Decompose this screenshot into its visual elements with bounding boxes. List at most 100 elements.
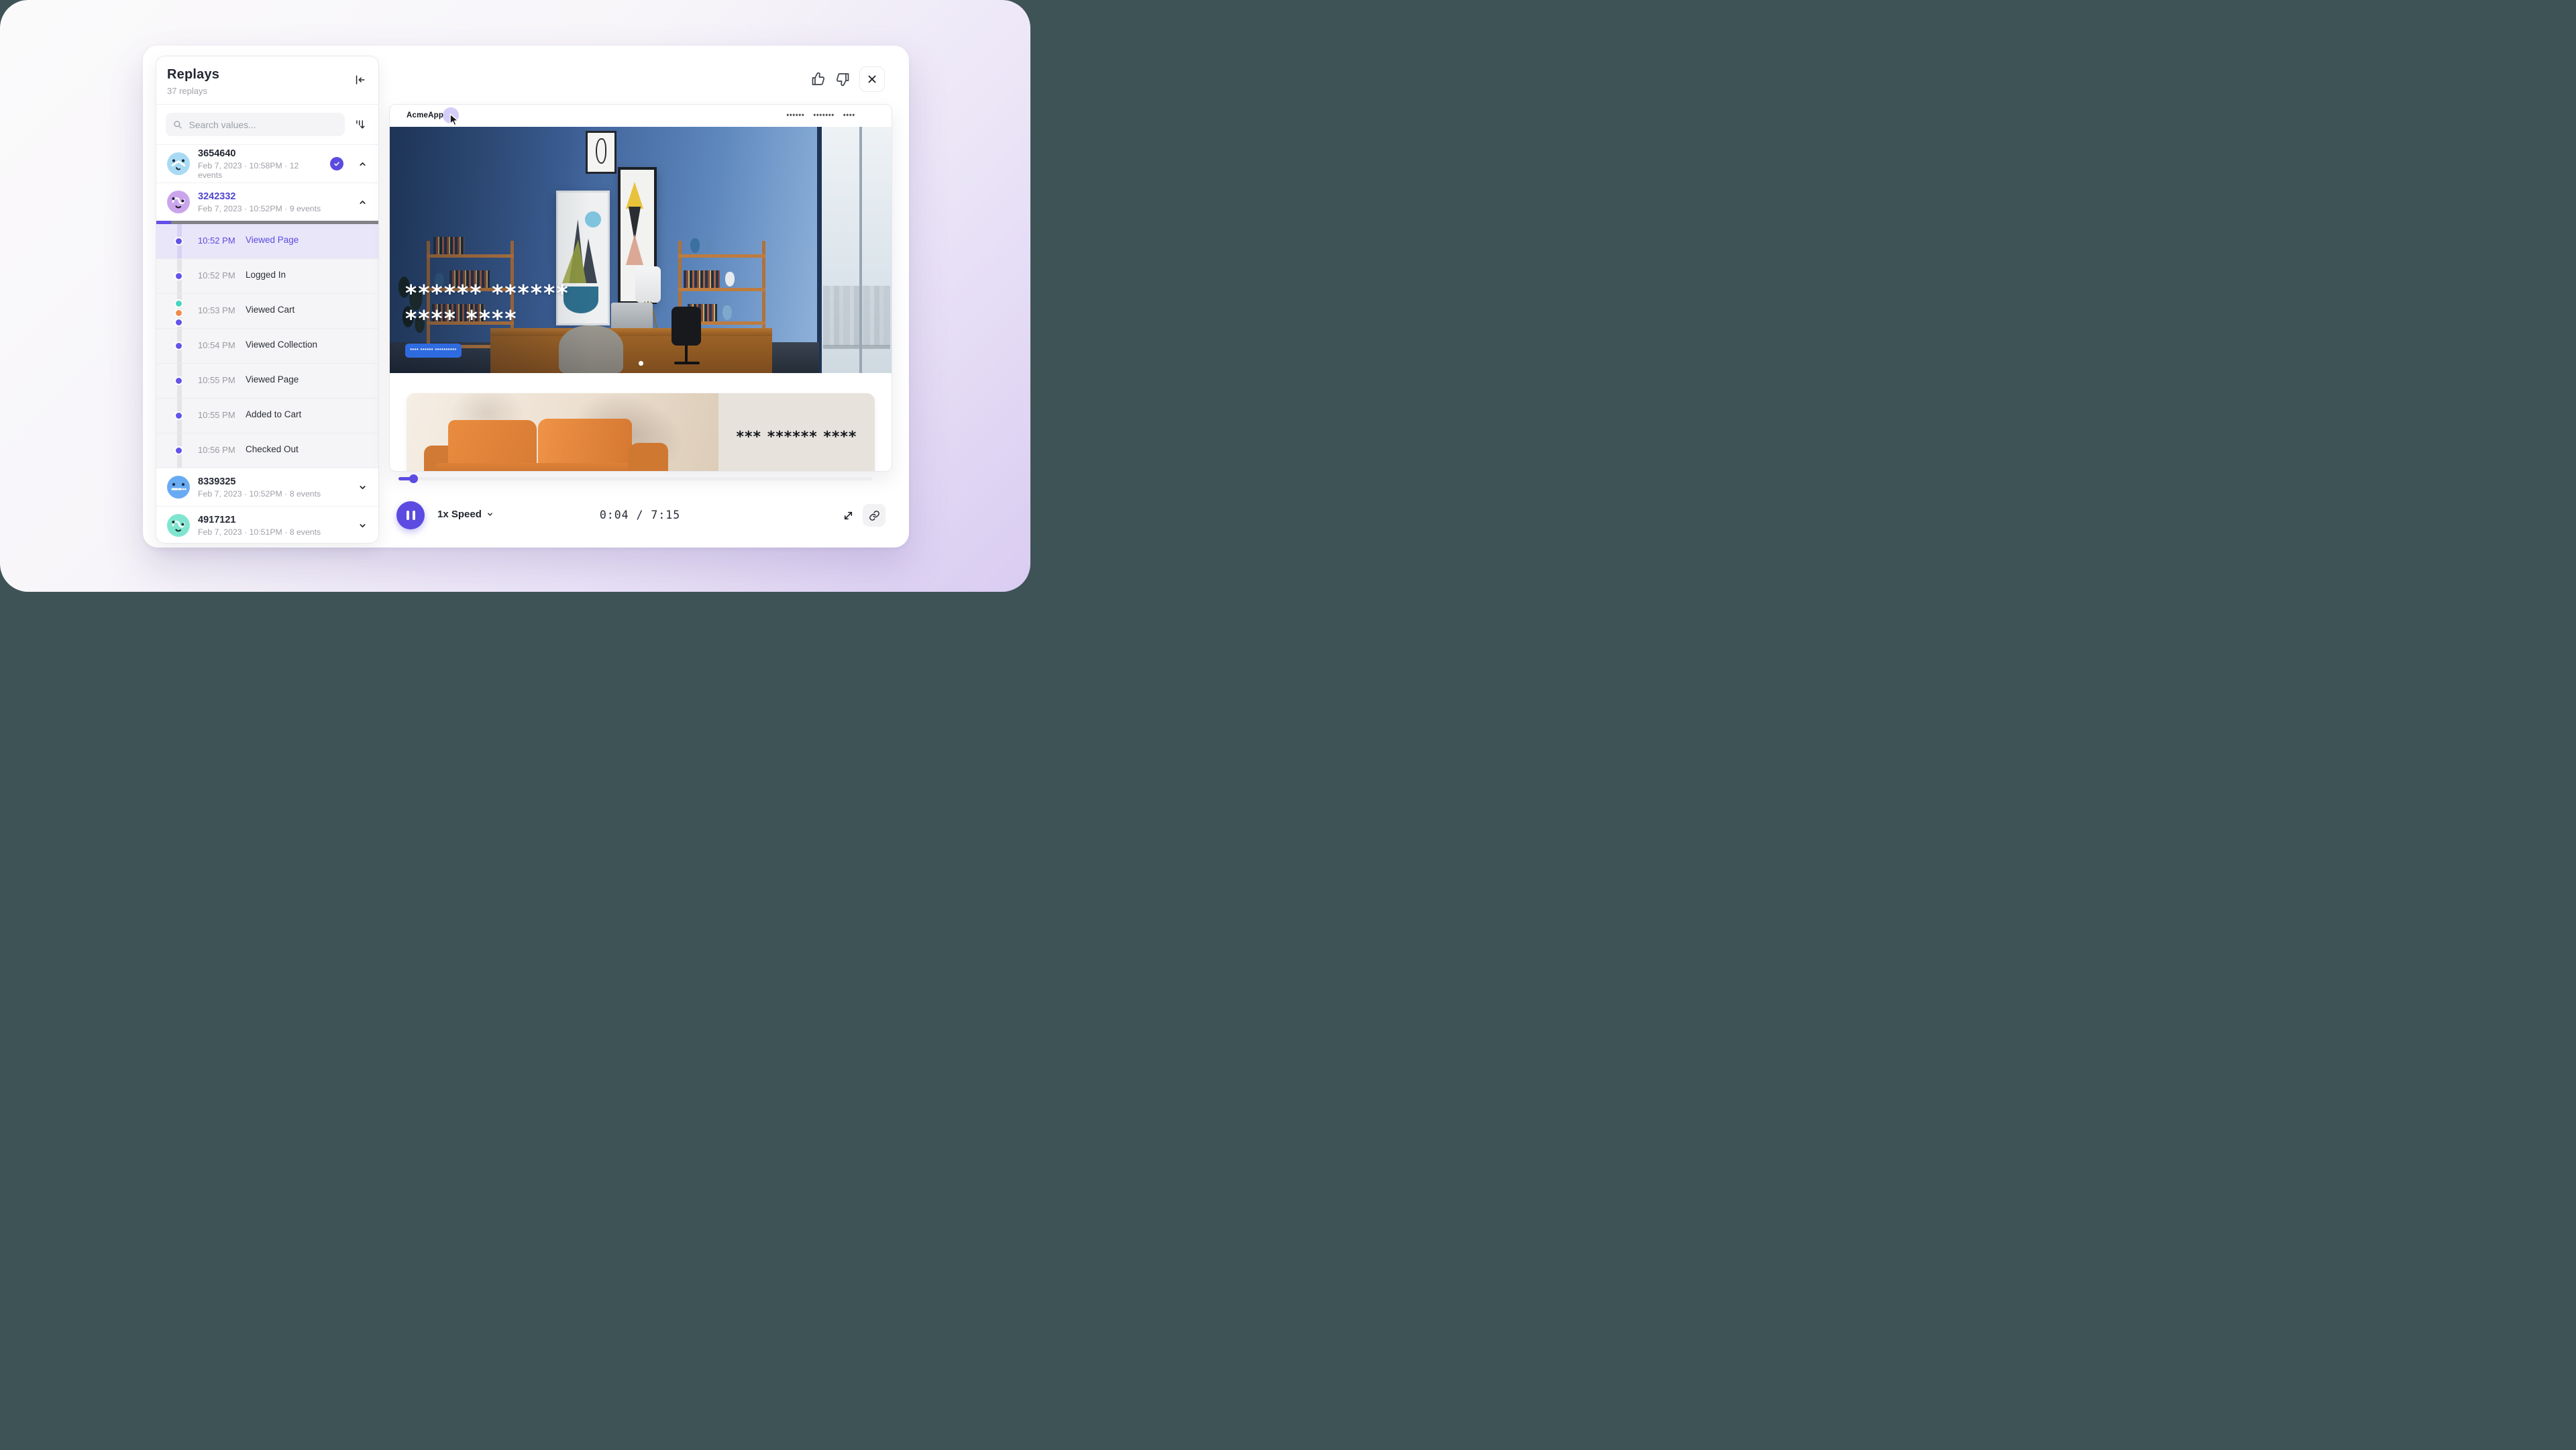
session-info: 8339325 Feb 7, 2023 · 10:52PM · 8 events — [198, 476, 349, 499]
session-row-4917121[interactable]: 4917121 Feb 7, 2023 · 10:51PM · 8 events — [156, 506, 378, 543]
sort-icon — [354, 118, 367, 131]
collapse-session-button[interactable] — [357, 158, 368, 169]
event-name: Viewed Collection — [246, 340, 317, 350]
hero-city-skyline — [823, 286, 890, 346]
shelf-board — [678, 254, 765, 258]
playback-progress-thumb[interactable] — [409, 474, 418, 483]
link-icon — [869, 510, 880, 521]
event-row[interactable]: 10:56 PM Checked Out — [156, 433, 378, 468]
couch-seat — [436, 463, 657, 472]
chevron-down-icon — [486, 511, 494, 518]
pause-button[interactable] — [396, 501, 425, 529]
event-row[interactable]: 10:55 PM Viewed Page — [156, 363, 378, 398]
search-box[interactable] — [166, 113, 345, 136]
event-dot — [174, 342, 183, 350]
promo-masked-text: *** ****** **** — [737, 429, 857, 446]
replay-modal: Replays 37 replays 3654640 — [143, 46, 909, 548]
fullscreen-button[interactable] — [839, 507, 857, 524]
hero-laptop — [611, 303, 653, 329]
session-avatar — [167, 514, 190, 537]
playback-progress-track[interactable] — [398, 477, 872, 480]
copy-link-button[interactable] — [863, 504, 885, 527]
event-name: Checked Out — [246, 444, 299, 454]
chevron-down-icon — [358, 521, 367, 530]
thumbs-up-button[interactable] — [810, 70, 827, 88]
event-time: 10:52 PM — [198, 270, 235, 280]
event-dot — [174, 446, 183, 455]
replay-viewport: AcmeApp ****** ******* **** — [389, 104, 892, 472]
collapse-session-button[interactable] — [357, 197, 368, 207]
search-row — [156, 105, 378, 144]
replays-sidebar: Replays 37 replays 3654640 — [156, 56, 379, 543]
site-nav-links: ****** ******* **** — [786, 105, 855, 127]
masked-nav-link: **** — [843, 113, 855, 119]
session-meta: Feb 7, 2023 · 10:58PM · 12 events — [198, 161, 322, 180]
couch-back-cushion-right — [538, 419, 632, 468]
event-row[interactable]: 10:52 PM Logged In — [156, 258, 378, 293]
masked-nav-link: ****** — [786, 113, 804, 119]
screen: Replays 37 replays 3654640 — [0, 0, 1030, 592]
time-divider: / — [637, 509, 644, 521]
shelf-vase — [722, 305, 732, 320]
session-row-3242332[interactable]: 3242332 Feb 7, 2023 · 10:52PM · 9 events — [156, 183, 378, 221]
session-avatar — [167, 191, 190, 213]
session-id: 4917121 — [198, 515, 349, 525]
event-row[interactable]: 10:55 PM Added to Cart — [156, 398, 378, 433]
hero-cta-button[interactable]: **** ****** ********** — [405, 344, 462, 358]
masked-nav-link: ******* — [813, 113, 835, 119]
event-name: Logged In — [246, 270, 286, 280]
event-time: 10:55 PM — [198, 410, 235, 420]
event-row[interactable]: 10:52 PM Viewed Page — [156, 224, 378, 258]
hero-office-chair — [672, 307, 701, 346]
event-name: Viewed Page — [246, 235, 299, 245]
carousel-dot[interactable] — [639, 361, 643, 366]
close-button[interactable] — [859, 66, 885, 92]
collapse-left-icon — [354, 73, 367, 87]
shelf-board — [678, 288, 765, 291]
thumbs-down-button[interactable] — [834, 70, 851, 88]
office-chair-pole — [685, 346, 688, 363]
speed-label: 1x Speed — [437, 509, 482, 520]
cursor-icon — [449, 113, 460, 126]
close-icon — [867, 74, 877, 85]
session-meta: Feb 7, 2023 · 10:52PM · 8 events — [198, 489, 349, 499]
session-row-3654640[interactable]: 3654640 Feb 7, 2023 · 10:58PM · 12 event… — [156, 144, 378, 183]
event-name: Viewed Cart — [246, 305, 294, 315]
chevron-down-icon — [358, 483, 367, 492]
event-row[interactable]: 10:54 PM Viewed Collection — [156, 328, 378, 363]
expand-session-button[interactable] — [357, 520, 368, 531]
shelf-vase — [705, 241, 712, 253]
couch-back-cushion-left — [448, 420, 537, 468]
collapse-sidebar-button[interactable] — [352, 71, 369, 89]
promo-card: *** ****** **** — [407, 393, 875, 472]
event-dot — [174, 411, 183, 420]
session-info: 4917121 Feb 7, 2023 · 10:51PM · 8 events — [198, 515, 349, 537]
event-name: Added to Cart — [246, 409, 301, 419]
chevron-up-icon — [358, 198, 367, 207]
session-info: 3242332 Feb 7, 2023 · 10:52PM · 9 events — [198, 191, 349, 213]
session-meta: Feb 7, 2023 · 10:51PM · 8 events — [198, 527, 349, 537]
hero-shade-overlay — [390, 127, 591, 373]
event-time: 10:52 PM — [198, 236, 235, 246]
pause-icon — [413, 511, 415, 520]
total-time: 7:15 — [651, 509, 680, 521]
session-info: 3654640 Feb 7, 2023 · 10:58PM · 12 event… — [198, 148, 322, 180]
art-triangle-yellow — [626, 182, 643, 209]
office-chair-base — [674, 362, 700, 364]
hero-horizon — [823, 345, 890, 349]
event-row[interactable]: 10:53 PM Viewed Cart — [156, 293, 378, 328]
event-name: Viewed Page — [246, 374, 299, 384]
sort-button[interactable] — [352, 116, 369, 134]
event-dot-teal — [174, 299, 183, 308]
event-time: 10:55 PM — [198, 375, 235, 385]
session-id: 3242332 — [198, 191, 349, 202]
hero-masked-heading-line1: ****** ****** — [405, 280, 570, 306]
hero-floor-lamp — [635, 266, 661, 303]
speed-selector[interactable]: 1x Speed — [437, 509, 494, 520]
session-row-8339325[interactable]: 8339325 Feb 7, 2023 · 10:52PM · 8 events — [156, 468, 378, 506]
search-icon — [173, 119, 182, 130]
search-input[interactable] — [187, 119, 337, 131]
expand-session-button[interactable] — [357, 482, 368, 493]
hero-masked-heading-line2: **** **** — [405, 305, 518, 331]
session-avatar — [167, 476, 190, 499]
